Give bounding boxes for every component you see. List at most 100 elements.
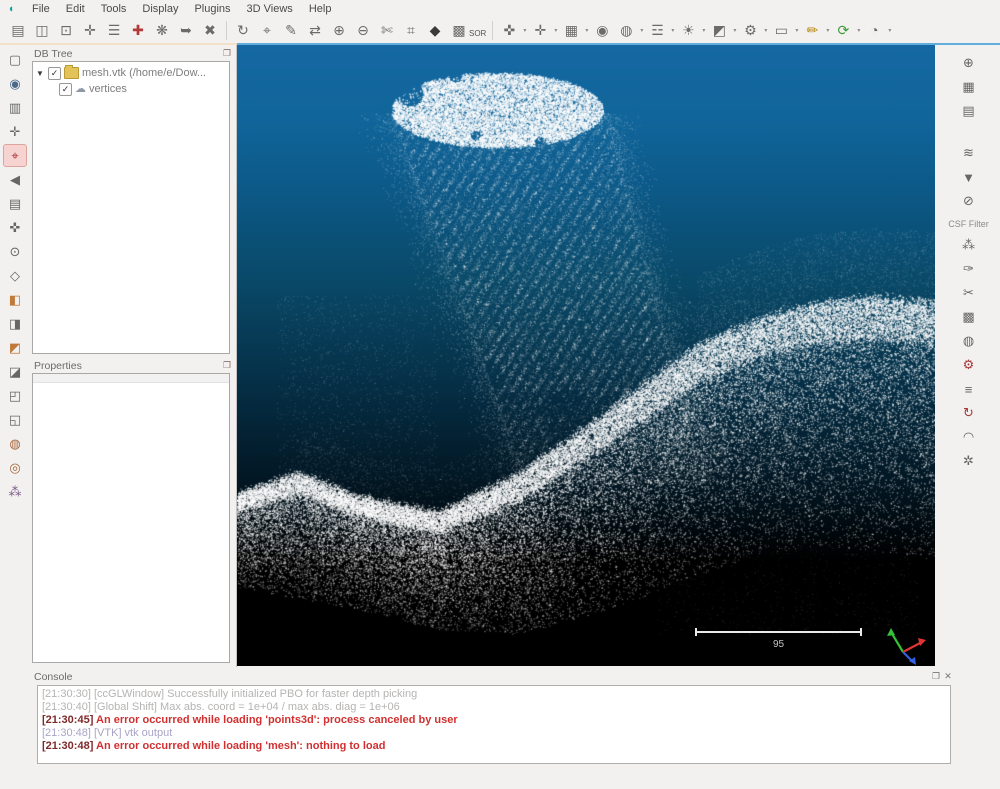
menu-plugins[interactable]: Plugins [186, 2, 238, 16]
point-picking-icon[interactable]: ⌖ [255, 19, 279, 42]
compass-plugin-icon[interactable]: ⊕ [958, 53, 980, 73]
loop-plugin-icon[interactable]: ↻ [958, 403, 980, 423]
clipboard-icon[interactable]: ▤ [4, 193, 26, 214]
tree-row-vertices[interactable]: ✓ ☁ vertices [35, 81, 227, 97]
left-view-icon[interactable]: ◩ [4, 337, 26, 358]
delete-icon[interactable]: ✖ [198, 19, 222, 42]
float-panel-icon[interactable]: ❐ [221, 48, 233, 59]
visibility-checkbox[interactable]: ✓ [48, 67, 61, 80]
menu-help[interactable]: Help [301, 2, 340, 16]
points-view-icon[interactable]: ⁂ [4, 481, 26, 502]
screenshot-icon[interactable]: ◉ [4, 73, 26, 94]
materials-icon[interactable]: ◩ [707, 19, 731, 42]
front-view-dropdown-icon[interactable]: ▾ [521, 27, 528, 34]
close-panel-icon[interactable]: ✕ [942, 671, 954, 682]
expander-icon[interactable]: ▼ [35, 69, 45, 78]
camera-settings-icon[interactable]: ◉ [590, 19, 614, 42]
zoom-tool-icon[interactable]: ⊙ [4, 241, 26, 262]
db-tree-title-bar[interactable]: DB Tree ❐ [30, 45, 237, 61]
properties-title-bar[interactable]: Properties ❐ [30, 357, 237, 373]
layers-plugin-icon[interactable]: ≡ [958, 379, 980, 399]
shaders-icon[interactable]: ⚙ [738, 19, 762, 42]
render-mode-icon[interactable]: ◍ [614, 19, 638, 42]
materials-dropdown-icon[interactable]: ▾ [731, 27, 738, 34]
ortho-view-icon[interactable]: ▦ [559, 19, 583, 42]
front-view-icon[interactable]: ✜ [497, 19, 521, 42]
ortho-view-dropdown-icon[interactable]: ▾ [583, 27, 590, 34]
csf-plugin-icon[interactable]: ⁂ [958, 235, 980, 255]
pan-tool-icon[interactable]: ✜ [4, 217, 26, 238]
tree-row-mesh[interactable]: ▼ ✓ mesh.vtk (/home/e/Dow... [35, 65, 227, 81]
bottom-view-icon[interactable]: ◱ [4, 409, 26, 430]
fill-icon[interactable]: ◆ [423, 19, 447, 42]
about-plugins-dropdown-icon[interactable]: ▾ [886, 27, 893, 34]
lights-dropdown-icon[interactable]: ▾ [700, 27, 707, 34]
about-plugins-icon[interactable]: ◔ [862, 19, 886, 42]
reload-icon[interactable]: ⟳ [831, 19, 855, 42]
segment-icon[interactable]: ✄ [375, 19, 399, 42]
rotate-left-icon[interactable]: ◀ [4, 169, 26, 190]
rotate-view-icon[interactable]: ↻ [231, 19, 255, 42]
tree-item-label[interactable]: mesh.vtk (/home/e/Dow... [82, 67, 206, 79]
sphere-view-2-icon[interactable]: ◎ [4, 457, 26, 478]
canupo-plugin-icon[interactable]: ✑ [958, 259, 980, 279]
python-plugin-icon[interactable]: ✏ [800, 19, 824, 42]
stereo-mode-dropdown-icon[interactable]: ▾ [669, 27, 676, 34]
gears-plugin-icon[interactable]: ⚙ [958, 355, 980, 375]
menu-display[interactable]: Display [134, 2, 186, 16]
pcv-plugin-icon[interactable]: ≋ [958, 143, 980, 163]
3d-viewport-canvas[interactable] [237, 45, 935, 666]
float-panel-icon[interactable]: ❐ [221, 360, 233, 371]
pan-dropdown-icon[interactable]: ▾ [552, 27, 559, 34]
facets-plugin-icon[interactable]: ▦ [958, 77, 980, 97]
sor-filter-icon[interactable]: ▩ [447, 19, 471, 42]
zoom-out-icon[interactable]: ⊖ [351, 19, 375, 42]
properties-list-icon[interactable]: ☰ [102, 19, 126, 42]
menu-tools[interactable]: Tools [93, 2, 135, 16]
translate-rotate-icon[interactable]: ⇄ [303, 19, 327, 42]
zoom-in-icon[interactable]: ⊕ [327, 19, 351, 42]
reload-dropdown-icon[interactable]: ▾ [855, 27, 862, 34]
menu-3d-views[interactable]: 3D Views [239, 2, 301, 16]
m3c2-plugin-icon[interactable]: ✂ [958, 283, 980, 303]
export-icon[interactable]: ➥ [174, 19, 198, 42]
save-icon[interactable]: ◫ [30, 19, 54, 42]
open-icon[interactable]: ▤ [6, 19, 30, 42]
console-toggle-dropdown-icon[interactable]: ▾ [793, 27, 800, 34]
float-panel-icon[interactable]: ❐ [930, 671, 942, 682]
clone-icon[interactable]: ⊡ [54, 19, 78, 42]
menu-file[interactable]: File [24, 2, 58, 16]
point-picking-tool-icon[interactable]: ⌖ [4, 145, 26, 166]
visibility-checkbox[interactable]: ✓ [59, 83, 72, 96]
add-primitive-icon[interactable]: ✚ [126, 19, 150, 42]
ransac-plugin-icon[interactable]: ▤ [958, 101, 980, 121]
network-plugin-icon[interactable]: ✲ [958, 451, 980, 471]
poisson-plugin-icon[interactable]: ▩ [958, 307, 980, 327]
menu-edit[interactable]: Edit [58, 2, 93, 16]
stereo-mode-icon[interactable]: ☲ [645, 19, 669, 42]
top-view-icon[interactable]: ◰ [4, 385, 26, 406]
tree-item-label[interactable]: vertices [89, 83, 127, 95]
sra-plugin-icon[interactable]: ◍ [958, 331, 980, 351]
subsample-icon[interactable]: ❋ [150, 19, 174, 42]
histogram-icon[interactable]: ▥ [4, 97, 26, 118]
display-settings-icon[interactable]: ▢ [4, 49, 26, 70]
apply-transformation-icon[interactable]: ✛ [78, 19, 102, 42]
pick-center-icon[interactable]: ✛ [4, 121, 26, 142]
lights-icon[interactable]: ☀ [676, 19, 700, 42]
edl-plugin-icon[interactable]: ⊘ [958, 191, 980, 211]
iso-view-icon[interactable]: ◇ [4, 265, 26, 286]
python-plugin-dropdown-icon[interactable]: ▾ [824, 27, 831, 34]
render-mode-dropdown-icon[interactable]: ▾ [638, 27, 645, 34]
hpr-plugin-icon[interactable]: ▼ [958, 167, 980, 187]
console-toggle-icon[interactable]: ▭ [769, 19, 793, 42]
sphere-view-1-icon[interactable]: ◍ [4, 433, 26, 454]
shaders-dropdown-icon[interactable]: ▾ [762, 27, 769, 34]
pan-icon[interactable]: ✛ [528, 19, 552, 42]
back-view-icon[interactable]: ◨ [4, 313, 26, 334]
label-icon[interactable]: ✎ [279, 19, 303, 42]
right-view-icon[interactable]: ◪ [4, 361, 26, 382]
bridge-plugin-icon[interactable]: ◠ [958, 427, 980, 447]
front-view-icon[interactable]: ◧ [4, 289, 26, 310]
crop-icon[interactable]: ⌗ [399, 19, 423, 42]
